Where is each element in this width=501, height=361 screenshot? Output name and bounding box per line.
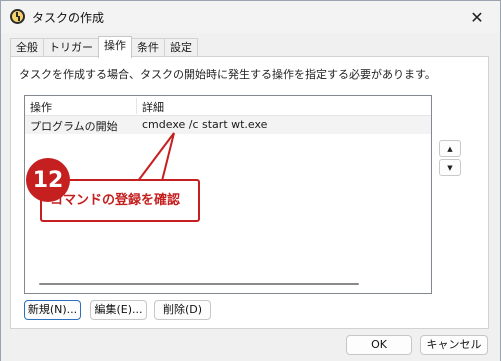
column-divider[interactable] bbox=[136, 98, 137, 114]
callout-text: コマンドの登録を確認 bbox=[50, 193, 181, 208]
cancel-button[interactable]: キャンセル bbox=[420, 335, 488, 355]
window-title: タスクの作成 bbox=[32, 11, 105, 25]
callout-step-number: 12 bbox=[26, 158, 70, 202]
task-scheduler-clock-icon bbox=[10, 9, 25, 24]
ok-button[interactable]: OK bbox=[346, 335, 412, 355]
delete-action-button[interactable]: 削除(D) bbox=[154, 300, 211, 320]
tab-general[interactable]: 全般 bbox=[10, 38, 44, 57]
tab-settings[interactable]: 設定 bbox=[164, 38, 198, 57]
actions-description: タスクを作成する場合、タスクの開始時に発生する操作を指定する必要があります。 bbox=[19, 68, 436, 81]
new-action-button[interactable]: 新規(N)... bbox=[24, 300, 81, 320]
list-item-detail: cmdexe /c start wt.exe bbox=[142, 118, 268, 131]
title-bar: タスクの作成 ✕ bbox=[1, 1, 500, 33]
edit-action-button[interactable]: 編集(E)... bbox=[90, 300, 147, 320]
move-up-button[interactable]: ▲ bbox=[439, 140, 461, 157]
close-icon: ✕ bbox=[470, 7, 484, 27]
tab-triggers[interactable]: トリガー bbox=[43, 38, 99, 57]
column-header-detail[interactable]: 詳細 bbox=[142, 99, 164, 115]
list-item-action: プログラムの開始 bbox=[30, 120, 118, 133]
list-header: 操作 詳細 bbox=[25, 96, 431, 116]
list-item[interactable]: プログラムの開始 cmdexe /c start wt.exe bbox=[25, 116, 431, 134]
triangle-up-icon: ▲ bbox=[447, 144, 453, 153]
tab-strip: 全般 トリガー 操作 条件 設定 bbox=[10, 36, 198, 58]
tab-actions[interactable]: 操作 bbox=[98, 36, 132, 58]
move-down-button[interactable]: ▼ bbox=[439, 159, 461, 176]
column-header-action[interactable]: 操作 bbox=[30, 99, 52, 115]
triangle-down-icon: ▼ bbox=[447, 163, 453, 172]
tab-conditions[interactable]: 条件 bbox=[131, 38, 165, 57]
horizontal-scrollbar[interactable] bbox=[39, 283, 359, 285]
dialog-footer: OK キャンセル bbox=[1, 330, 500, 361]
close-button[interactable]: ✕ bbox=[454, 1, 500, 33]
